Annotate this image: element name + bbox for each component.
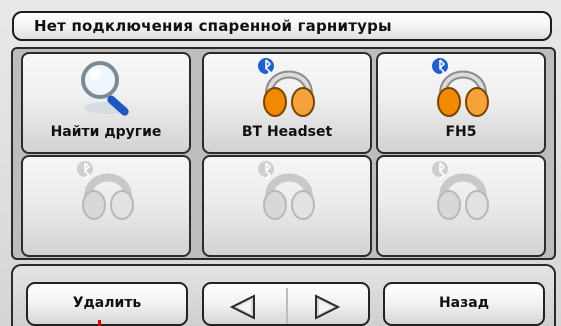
delete-button[interactable]: Удалить [26, 282, 188, 326]
tile-label: Найти другие [50, 124, 162, 140]
tile-empty-slot [202, 155, 372, 257]
tile-bt-headset[interactable]: BT Headset [202, 52, 372, 154]
title-bar: Нет подключения спаренной гарнитуры [12, 11, 552, 41]
magnifier-search-icon [81, 61, 129, 116]
pager-divider [286, 288, 288, 324]
tile-label: BT Headset [241, 124, 333, 140]
bluetooth-headset-icon [432, 58, 489, 117]
bluetooth-headset-disabled-icon [432, 161, 489, 220]
tile-find-others[interactable]: Найти другие [21, 52, 191, 154]
red-cursor-marker [98, 320, 101, 326]
bluetooth-headset-disabled-icon [77, 161, 134, 220]
pager-buttons [202, 282, 370, 326]
arrow-left-icon[interactable] [228, 294, 258, 320]
bluetooth-headset-icon [258, 58, 315, 117]
arrow-right-icon[interactable] [312, 294, 342, 320]
tile-empty-slot [376, 155, 546, 257]
tile-empty-slot [21, 155, 191, 257]
app-frame: Нет подключения спаренной гарнитуры Найт… [0, 0, 561, 326]
delete-button-label: Удалить [72, 295, 142, 311]
tile-fh5[interactable]: FH5 [376, 52, 546, 154]
back-button[interactable]: Назад [383, 282, 545, 326]
page-title: Нет подключения спаренной гарнитуры [34, 17, 392, 35]
bluetooth-headset-disabled-icon [258, 161, 315, 220]
back-button-label: Назад [438, 295, 490, 311]
tile-label: FH5 [445, 124, 477, 140]
